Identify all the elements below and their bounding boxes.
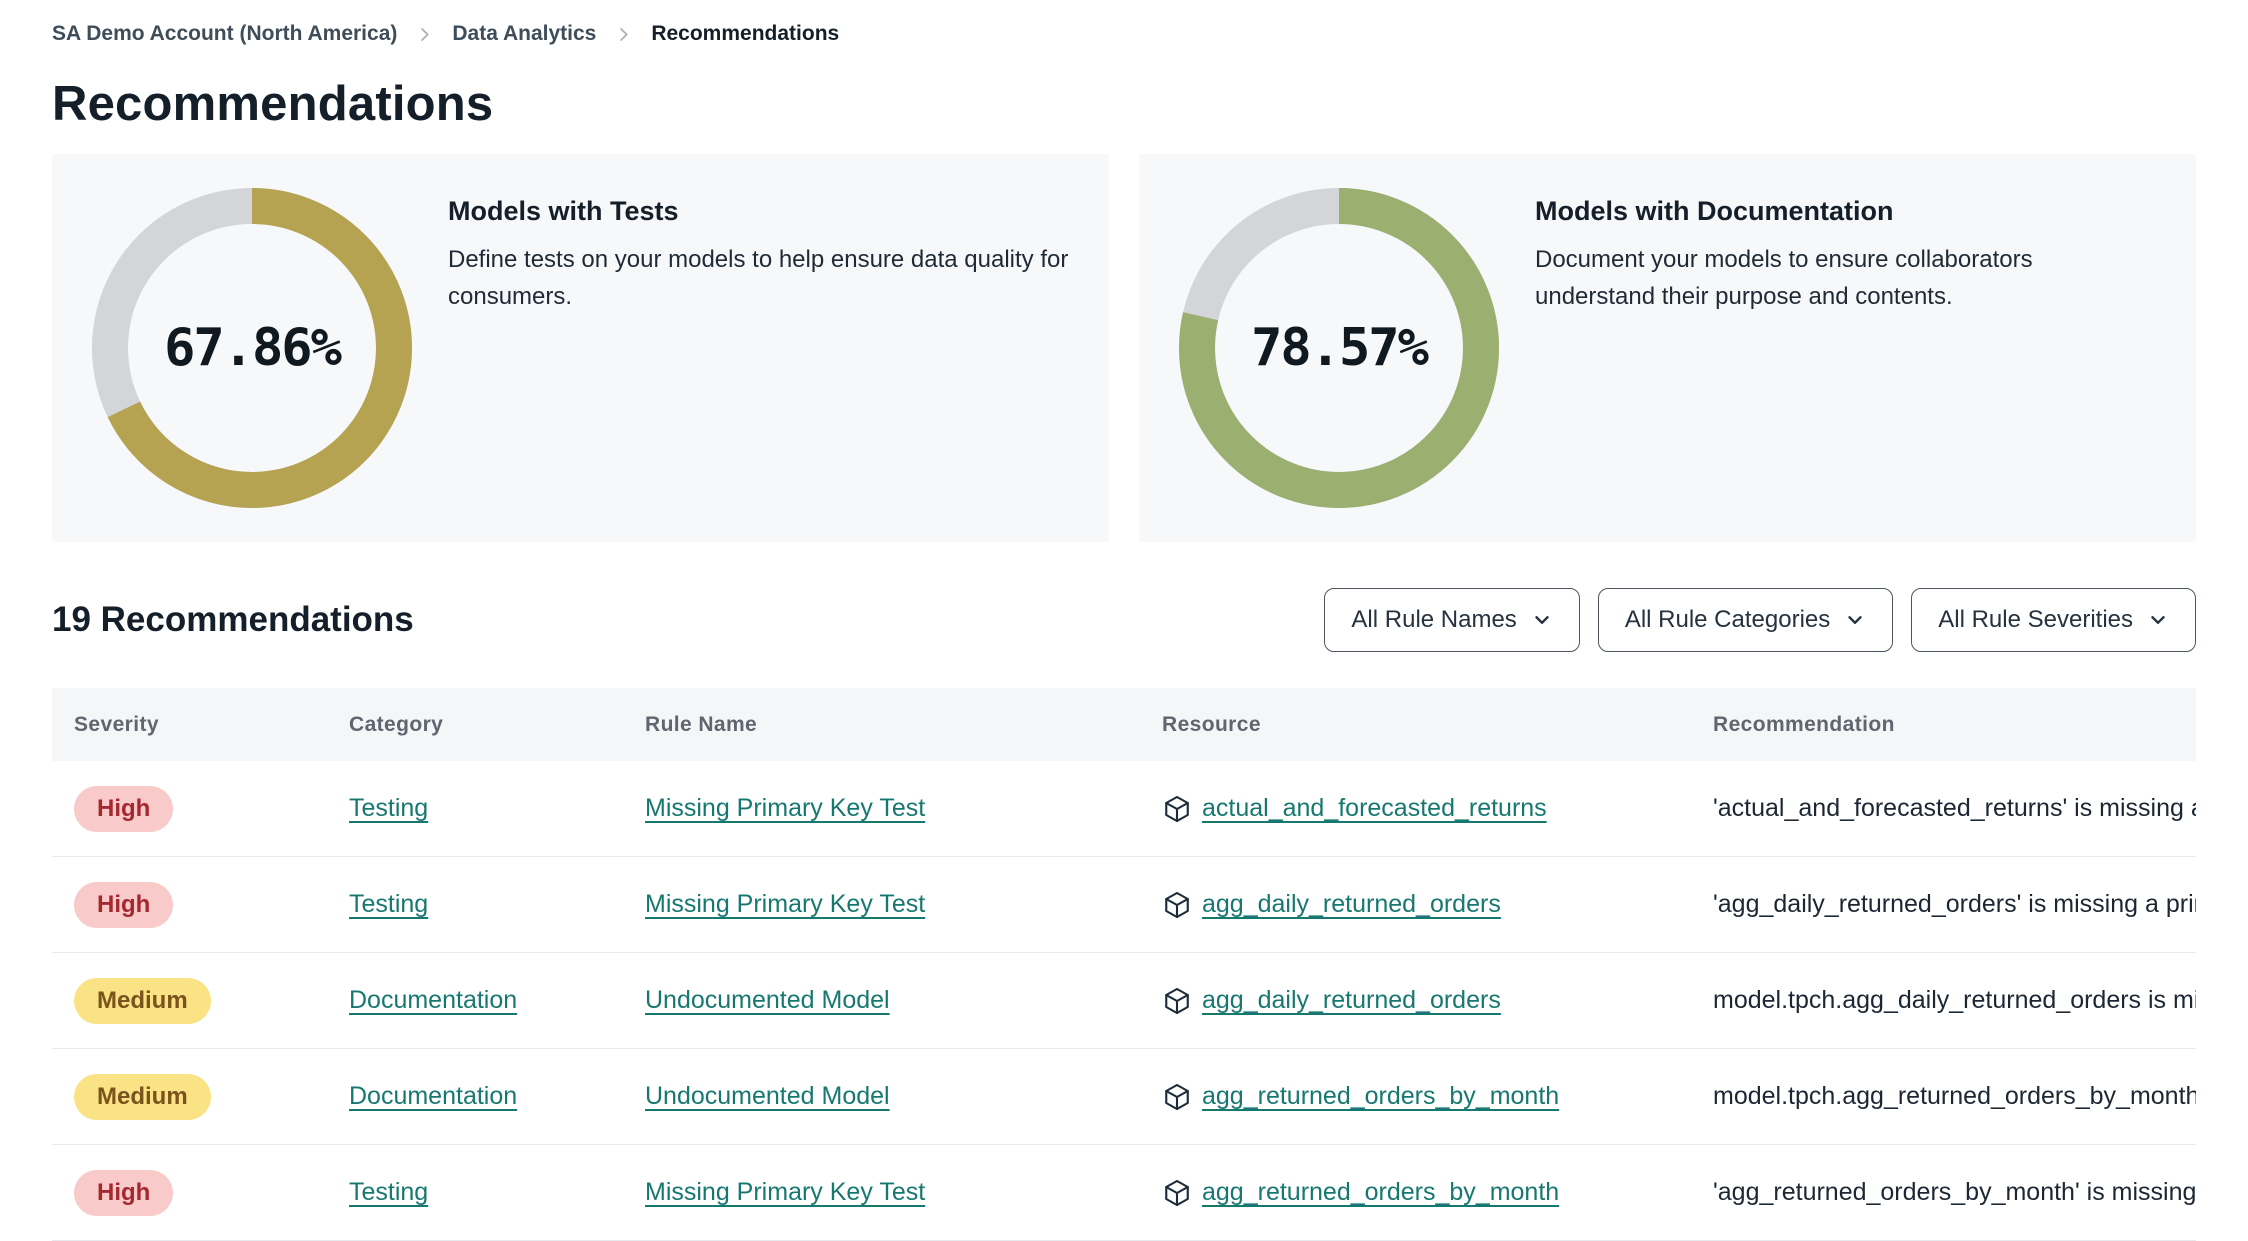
summary-card: 67.86% Models with Tests Define tests on… (52, 154, 1109, 542)
recommendation-text: model.tpch.agg_returned_orders_by_month … (1713, 1082, 2196, 1110)
column-header-severity: Severity (74, 712, 159, 736)
table-row: High Testing Missing Primary Key Test ac… (52, 761, 2196, 857)
chevron-down-icon (2151, 616, 2165, 624)
chevron-right-icon (614, 25, 633, 44)
table-row: High Testing Missing Primary Key Test ag… (52, 1145, 2196, 1241)
column-header-rule-name: Rule Name (645, 712, 758, 736)
severity-badge: High (74, 881, 174, 928)
table-row: Medium Documentation Undocumented Model … (52, 1049, 2196, 1145)
rule-name-link[interactable]: Missing Primary Key Test (645, 1178, 925, 1206)
severity-badge: High (74, 1169, 174, 1216)
recommendation-text: model.tpch.agg_daily_returned_orders is … (1713, 986, 2196, 1014)
breadcrumb-current: Recommendations (651, 22, 840, 45)
resource-link[interactable]: agg_returned_orders_by_month (1202, 1178, 1559, 1207)
breadcrumb-link[interactable]: Data Analytics (452, 22, 596, 46)
list-header: 19 Recommendations All Rule Names All Ru… (52, 588, 2196, 652)
rule-name-link[interactable]: Undocumented Model (645, 986, 890, 1014)
table-header-row: Severity Category Rule Name Resource Recomme… (52, 688, 2196, 761)
model-cube-icon (1165, 795, 1189, 822)
chevron-down-icon (1535, 616, 1549, 624)
filter-bar: All Rule Names All Rule Categories All R… (1324, 588, 2196, 652)
recommendation-text: 'agg_daily_returned_orders' is missing a… (1713, 890, 2196, 918)
card-description: Define tests on your models to help ensu… (448, 246, 1069, 311)
rule-name-link[interactable]: Missing Primary Key Test (645, 890, 925, 918)
category-link[interactable]: Testing (349, 794, 428, 822)
page-title: Recommendations (52, 77, 494, 131)
recommendations-table: Severity Category Rule Name Resource Recomme… (52, 688, 2196, 1241)
card-title: Models with Tests (448, 196, 679, 226)
recommendations-count: 19 Recommendations (52, 600, 414, 639)
column-header-resource: Resource (1162, 712, 1261, 736)
card-title: Models with Documentation (1535, 196, 1894, 226)
resource-link[interactable]: actual_and_forecasted_returns (1202, 794, 1547, 823)
donut-percent-label: 78.57% (1251, 318, 1429, 378)
severity-badge: Medium (74, 1073, 211, 1120)
rule-name-link[interactable]: Missing Primary Key Test (645, 794, 925, 822)
column-header-category: Category (349, 712, 444, 736)
summary-card: 78.57% Models with Documentation Documen… (1139, 154, 2196, 542)
breadcrumb-link[interactable]: SA Demo Account (North America) (52, 22, 397, 46)
category-link[interactable]: Documentation (349, 986, 517, 1014)
filter-dropdown-all-rule-categories[interactable]: All Rule Categories (1597, 588, 1894, 652)
donut-gauge: 78.57% (1179, 188, 1499, 508)
model-cube-icon (1165, 1179, 1189, 1206)
category-link[interactable]: Testing (349, 1178, 428, 1206)
filter-dropdown-all-rule-severities[interactable]: All Rule Severities (1911, 588, 2196, 652)
column-header-recommendation: Recommendation (1713, 712, 1895, 736)
category-link[interactable]: Testing (349, 890, 428, 918)
chevron-right-icon (415, 25, 434, 44)
recommendations-page: SA Demo Account (North America) Data Anal… (0, 0, 2248, 1241)
table-row: Medium Documentation Undocumented Model … (52, 953, 2196, 1049)
summary-cards: 67.86% Models with Tests Define tests on… (52, 154, 2196, 542)
card-description: Document your models to ensure collabora… (1535, 246, 2033, 311)
model-cube-icon (1165, 891, 1189, 918)
severity-badge: Medium (74, 977, 211, 1024)
filter-dropdown-all-rule-names[interactable]: All Rule Names (1324, 588, 1580, 652)
recommendation-text: 'agg_returned_orders_by_month' is missin… (1713, 1178, 2196, 1206)
donut-gauge: 67.86% (92, 188, 412, 508)
resource-link[interactable]: agg_daily_returned_orders (1202, 890, 1501, 919)
severity-badge: High (74, 785, 174, 832)
recommendation-text: 'actual_and_forecasted_returns' is missi… (1713, 794, 2196, 822)
resource-link[interactable]: agg_returned_orders_by_month (1202, 1082, 1559, 1111)
resource-link[interactable]: agg_daily_returned_orders (1202, 986, 1501, 1015)
table-row: High Testing Missing Primary Key Test ag… (52, 857, 2196, 953)
rule-name-link[interactable]: Undocumented Model (645, 1082, 890, 1110)
category-link[interactable]: Documentation (349, 1082, 517, 1110)
table-body: High Testing Missing Primary Key Test ac… (52, 761, 2196, 1241)
breadcrumb: SA Demo Account (North America) Data Anal… (52, 0, 2196, 46)
model-cube-icon (1165, 1083, 1189, 1110)
donut-percent-label: 67.86% (164, 318, 342, 378)
model-cube-icon (1165, 987, 1189, 1014)
chevron-down-icon (1848, 616, 1862, 624)
